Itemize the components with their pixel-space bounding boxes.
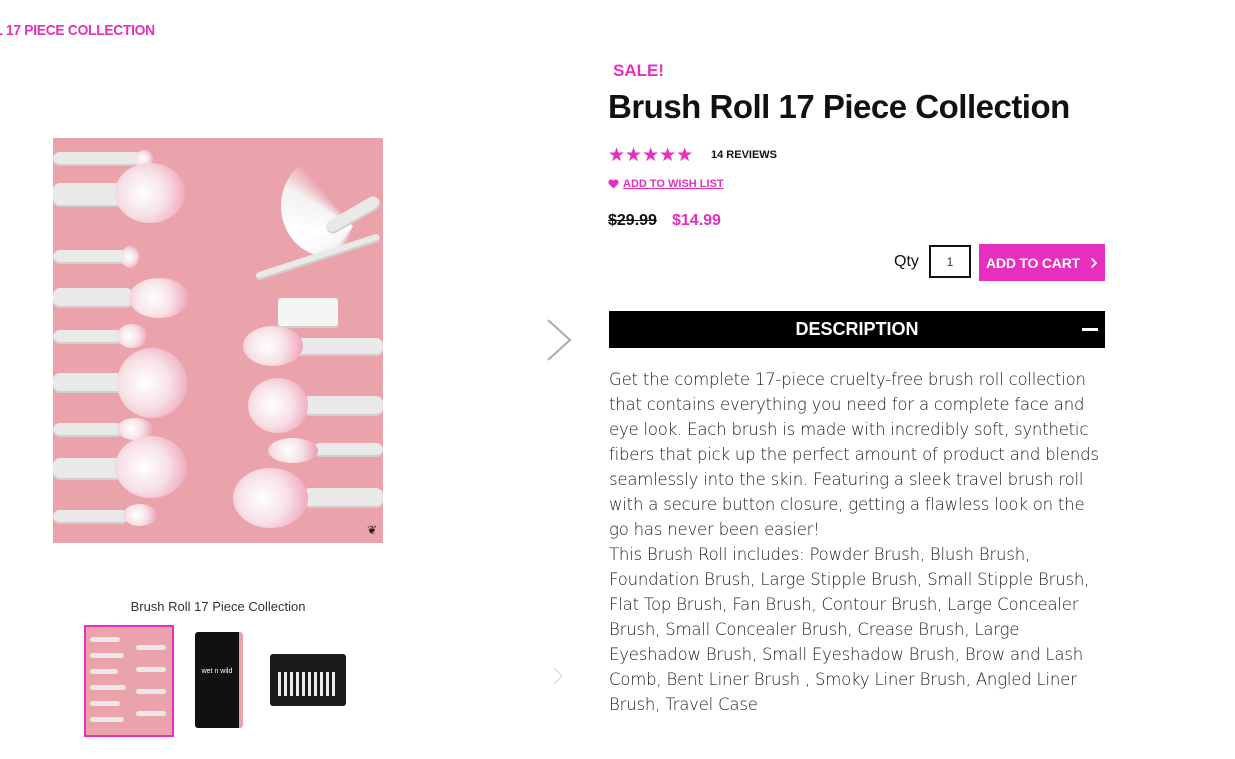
brush-tip	[115, 163, 185, 223]
brush-tip	[129, 278, 189, 318]
thumb-brush	[136, 689, 166, 694]
chevron-right-icon[interactable]	[546, 318, 572, 362]
description-body: Get the complete 17-piece cruelty-free b…	[609, 367, 1109, 717]
thumb-brush	[296, 672, 299, 696]
thumb-brush	[326, 672, 329, 696]
thumb-brush	[136, 645, 166, 650]
brush-handle	[53, 458, 123, 480]
brush-tip	[268, 438, 318, 463]
breadcrumb[interactable]: L 17 PIECE COLLECTION	[0, 22, 155, 39]
thumb-brush	[136, 711, 166, 716]
thumb-brush	[90, 653, 124, 658]
description-paragraph: This Brush Roll includes: Powder Brush, …	[609, 545, 1090, 714]
star-rating[interactable]: ★★★★★	[608, 144, 693, 167]
brush-handle	[53, 152, 143, 166]
brush-tip	[121, 246, 139, 268]
original-price: $29.99	[608, 212, 657, 229]
brush-handle	[53, 510, 128, 524]
comb	[278, 298, 338, 328]
brush-tip	[123, 504, 157, 526]
thumb-brush	[136, 667, 166, 672]
thumb-brush	[90, 637, 120, 642]
brush-handle	[293, 338, 383, 356]
brush-handle	[53, 250, 128, 264]
chevron-right-icon[interactable]	[552, 666, 564, 686]
brush-tip	[117, 324, 147, 348]
thumb-brush	[90, 685, 126, 690]
thumb-brush	[290, 672, 293, 696]
brush-handle	[53, 183, 123, 207]
thumb-brush	[90, 717, 124, 722]
description-paragraph: Get the complete 17-piece cruelty-free b…	[609, 370, 1099, 539]
wishlist-label: ADD TO WISH LIST	[623, 178, 724, 190]
product-main-image[interactable]: ❦	[53, 138, 383, 543]
product-title: Brush Roll 17 Piece Collection	[608, 88, 1070, 125]
chevron-right-icon	[1090, 257, 1098, 268]
brush-tip	[248, 378, 308, 433]
thumb-brush	[332, 672, 335, 696]
brush-tip	[115, 436, 187, 498]
thumb-brush	[90, 669, 118, 674]
image-caption: Brush Roll 17 Piece Collection	[130, 599, 306, 614]
brush-handle	[313, 443, 383, 457]
add-to-cart-label: ADD TO CART	[986, 254, 1080, 271]
thumb-brush	[314, 672, 317, 696]
thumbnail-3[interactable]	[270, 654, 346, 706]
thumb-brush	[320, 672, 323, 696]
brush-handle	[53, 423, 123, 437]
breadcrumb-label: L 17 PIECE COLLECTION	[0, 22, 155, 39]
brush-tip	[243, 326, 303, 366]
sale-badge: SALE!	[613, 61, 664, 80]
brush-handle	[53, 373, 123, 393]
heart-icon	[608, 179, 619, 189]
thumbnail-2[interactable]: wet n wild	[195, 632, 243, 728]
thumb-brush	[302, 672, 305, 696]
reviews-link[interactable]: 14 REVIEWS	[711, 149, 777, 161]
thumb-brush	[90, 701, 120, 706]
minus-icon	[1082, 328, 1098, 331]
add-to-wishlist-link[interactable]: ADD TO WISH LIST	[608, 178, 724, 190]
brush-tip	[117, 348, 187, 418]
thumb-brush	[284, 672, 287, 696]
brush-handle	[53, 330, 123, 344]
description-heading: DESCRIPTION	[795, 319, 919, 339]
brush-handle	[303, 396, 383, 416]
qty-label: Qty	[894, 253, 919, 270]
thumb-brush	[308, 672, 311, 696]
brush-handle	[303, 488, 383, 508]
quantity-input[interactable]	[929, 245, 971, 278]
add-to-cart-button[interactable]: ADD TO CART	[979, 244, 1105, 281]
sale-price: $14.99	[672, 212, 721, 229]
thumb-brand-label: wet n wild	[201, 668, 233, 675]
brush-handle	[53, 288, 133, 308]
thumbnail-1[interactable]	[84, 625, 174, 737]
brush-tip	[233, 468, 308, 528]
brand-logo-icon: ❦	[366, 523, 377, 537]
thumb-brush	[278, 672, 281, 696]
description-accordion-header[interactable]: DESCRIPTION	[609, 311, 1105, 348]
